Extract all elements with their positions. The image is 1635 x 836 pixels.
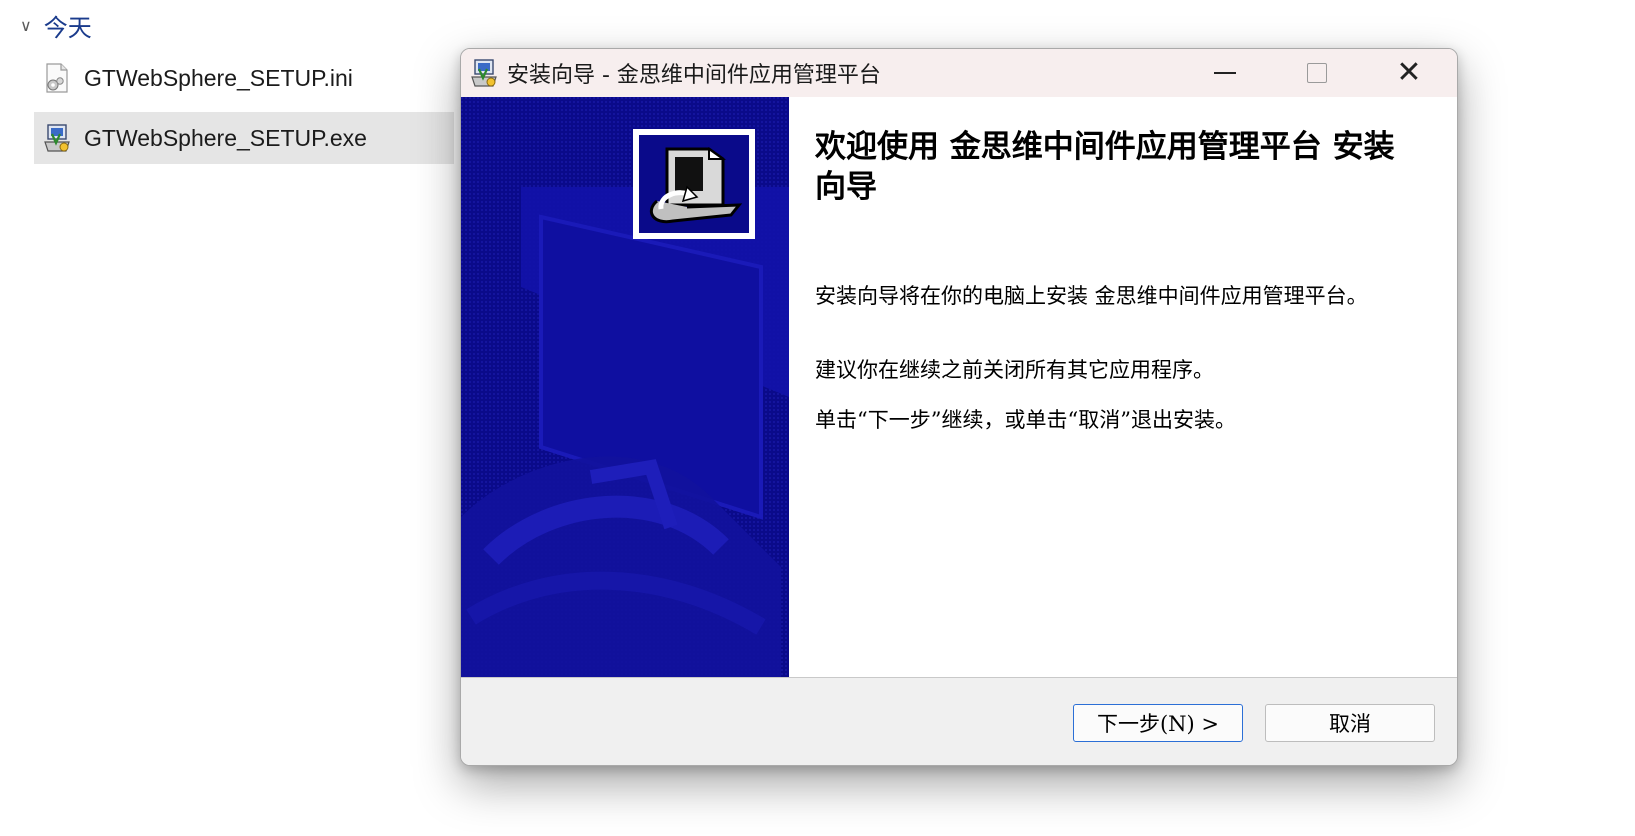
settings-file-icon xyxy=(42,62,72,94)
minimize-button[interactable] xyxy=(1179,49,1271,97)
file-item-exe[interactable]: GTWebSphere_SETUP.exe xyxy=(34,112,454,164)
maximize-button[interactable] xyxy=(1271,49,1363,97)
setup-wizard-dialog: 安装向导 - 金思维中间件应用管理平台 ✕ 欢迎使用 金思维中间件应用管理平台 … xyxy=(460,48,1458,766)
dialog-title: 安装向导 - 金思维中间件应用管理平台 xyxy=(507,63,881,88)
minimize-icon xyxy=(1214,72,1236,74)
wizard-footer: 下一步(N) > 取消 xyxy=(461,677,1457,765)
group-header-today[interactable]: ∨ 今天 xyxy=(20,8,92,42)
dialog-titlebar[interactable]: 安装向导 - 金思维中间件应用管理平台 ✕ xyxy=(461,49,1457,97)
file-name: GTWebSphere_SETUP.ini xyxy=(84,64,353,91)
wizard-logo xyxy=(633,129,755,239)
close-button[interactable]: ✕ xyxy=(1363,49,1455,97)
installer-icon xyxy=(42,122,72,154)
file-item-ini[interactable]: GTWebSphere_SETUP.ini xyxy=(34,52,454,104)
close-icon: ✕ xyxy=(1396,55,1422,90)
maximize-icon xyxy=(1307,63,1327,83)
wizard-content: 欢迎使用 金思维中间件应用管理平台 安装向导 安装向导将在你的电脑上安装 金思维… xyxy=(789,97,1457,677)
wizard-heading: 欢迎使用 金思维中间件应用管理平台 安装向导 xyxy=(815,129,1395,205)
wizard-paragraph-instructions: 单击“下一步”继续，或单击“取消”退出安装。 xyxy=(815,408,1236,432)
chevron-down-icon[interactable]: ∨ xyxy=(20,16,32,35)
wizard-paragraph-close-apps: 建议你在继续之前关闭所有其它应用程序。 xyxy=(815,358,1214,382)
file-name: GTWebSphere_SETUP.exe xyxy=(84,124,367,151)
installer-icon xyxy=(469,57,499,89)
wizard-side-banner xyxy=(461,97,789,677)
wizard-paragraph-install: 安装向导将在你的电脑上安装 金思维中间件应用管理平台。 xyxy=(815,284,1368,308)
group-title: 今天 xyxy=(43,13,92,42)
next-button[interactable]: 下一步(N) > xyxy=(1073,704,1243,742)
cancel-button[interactable]: 取消 xyxy=(1265,704,1435,742)
